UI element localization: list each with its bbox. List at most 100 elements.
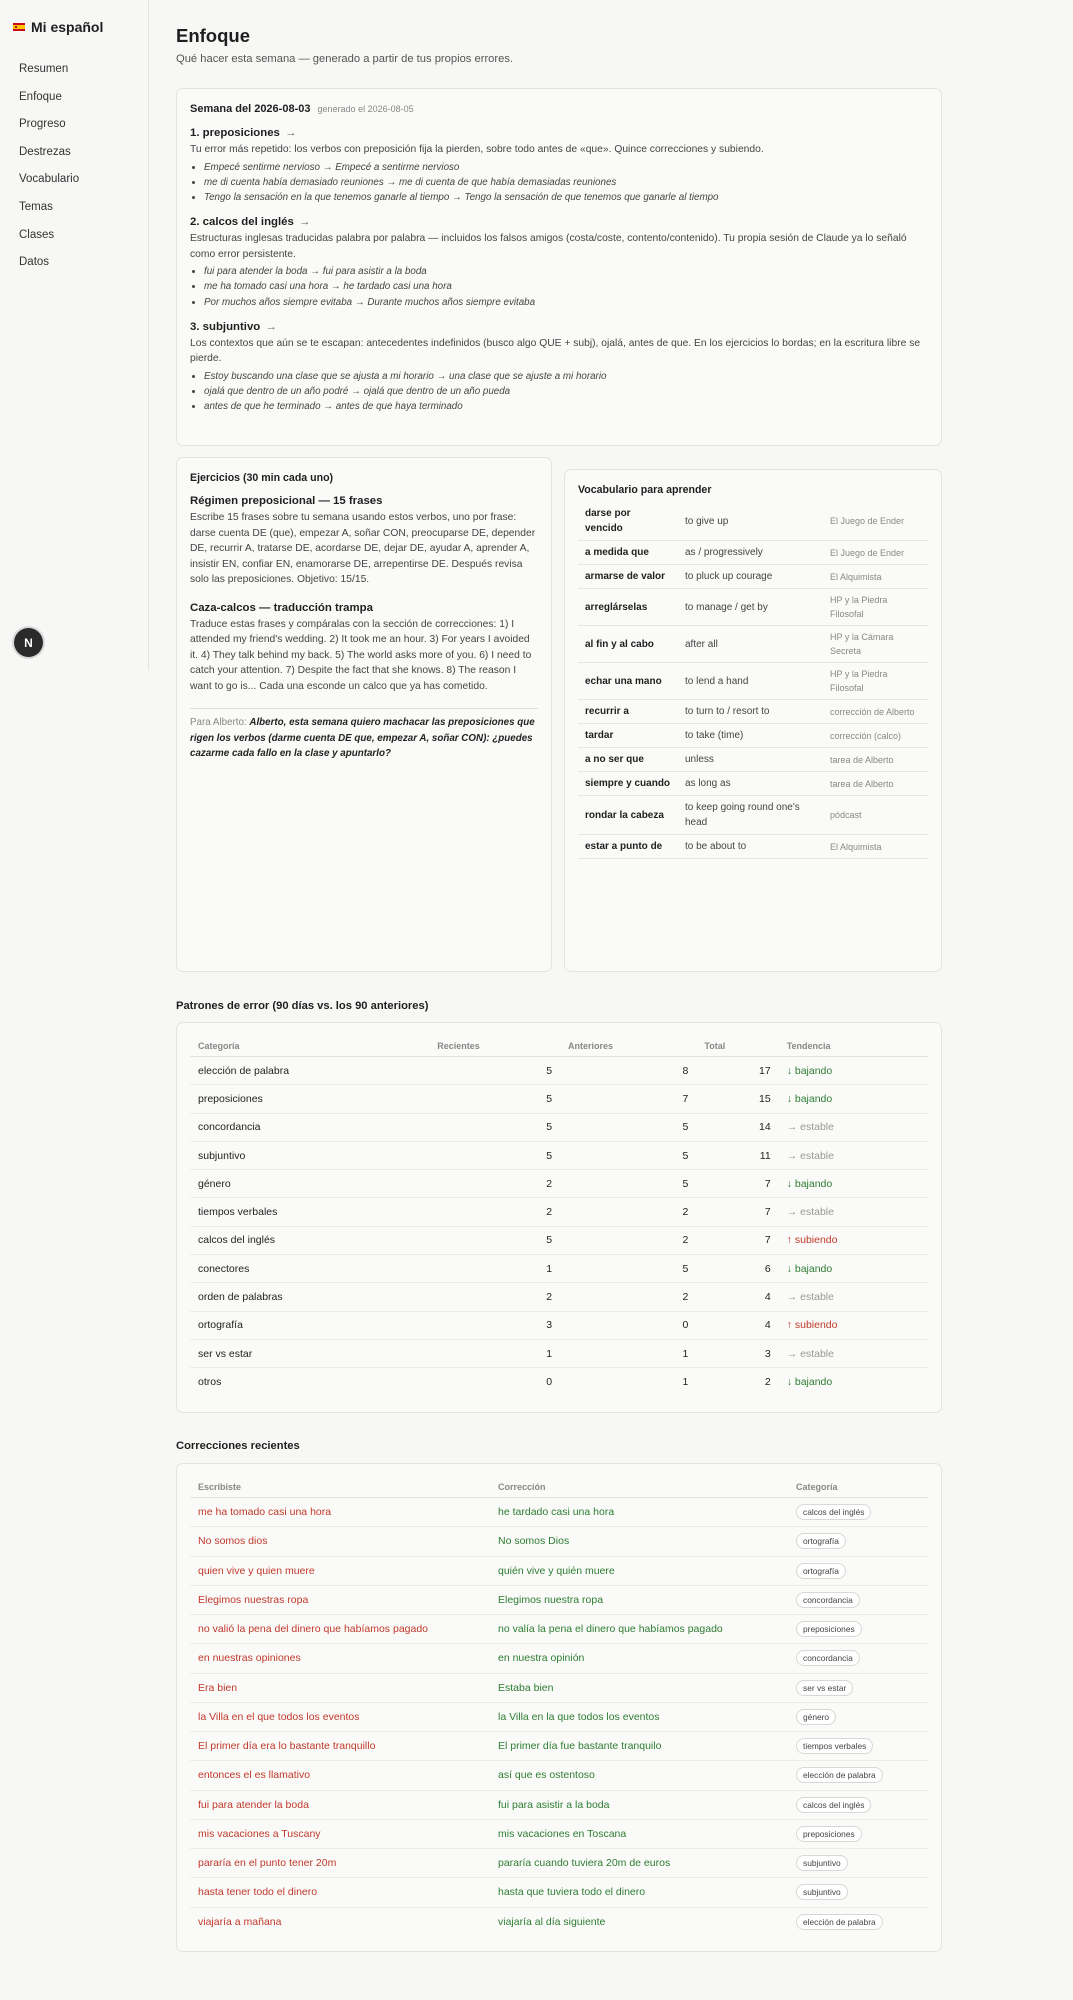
example-item: ojalá que dentro de un año podré → ojalá… [204,384,928,399]
correction-wrote: mis vacaciones a Tuscany [190,1819,490,1850]
focus-issue-title[interactable]: 3. subjuntivo → [190,321,928,333]
patterns-section-title: Patrones de error (90 días vs. los 90 an… [176,1000,429,1012]
correction-wrote: quien vive y quien muere [190,1556,490,1586]
vocab-meaning: to take (time) [678,723,823,748]
correction-fixed: mis vacaciones en Toscana [490,1819,788,1850]
pattern-total: 15 [696,1084,779,1114]
vocab-source: HP y la Cámara Secreta [823,625,928,663]
vocab-term: arreglárselas [578,588,678,626]
correction-fixed: en nuestra opinión [490,1643,788,1674]
pattern-recent: 5 [429,1113,561,1142]
correction-category-cell: tiempos verbales [788,1731,928,1762]
exercise-title: Caza-calcos — traducción trampa [190,601,373,614]
table-row: calcos del inglés 5 2 7 ↑ subiendo [190,1226,928,1256]
pattern-previous: 1 [560,1339,697,1369]
page-subtitle: Qué hacer esta semana — generado a parti… [176,53,514,65]
category-badge: concordancia [796,1650,860,1667]
vocab-term: al fin y al cabo [578,625,678,663]
pattern-total: 6 [696,1254,779,1284]
corrections-card: Escribiste Corrección Categoría me ha to… [176,1463,942,1952]
category-badge: elección de palabra [796,1913,883,1930]
table-row: entonces el es llamativo así que es osten… [190,1760,928,1791]
sidebar-item-resumen[interactable]: Resumen [19,59,79,87]
focus-issue-title[interactable]: 2. calcos del inglés → [190,216,928,228]
exercises-title: Ejercicios (30 min cada uno) [190,472,334,484]
pattern-total: 4 [696,1282,779,1312]
pattern-recent: 2 [429,1282,561,1312]
plan-header: Semana del 2026-08-03 generado el 2026-0… [190,103,928,115]
vocab-meaning: to manage / get by [678,588,823,626]
focus-issue-title-text: 1. preposiciones [190,127,280,139]
correction-wrote: hasta tener todo el dinero [190,1877,490,1908]
sidebar-item-progreso[interactable]: Progreso [19,114,79,142]
table-row: mis vacaciones a Tuscany mis vacaciones e… [190,1819,928,1850]
arrow-right-icon[interactable]: → [265,321,276,333]
example-item: me di cuenta había demasiado reuniones →… [204,175,928,190]
focus-issue-text: Los contextos que aún se te escapan: ant… [190,337,921,365]
vocab-source: El Juego de Ender [823,540,928,565]
table-row: Era bien Estaba bien ser vs estar [190,1673,928,1703]
vocab-source: El Alquimista [823,564,928,589]
table-row: concordancia 5 5 14 → estable [190,1113,928,1142]
pattern-total: 3 [696,1339,779,1369]
corrections-section-title: Correcciones recientes [176,1440,300,1452]
table-row: viajaría a mañana viajaría al día siguien… [190,1907,928,1936]
pattern-category: orden de palabras [190,1282,430,1312]
devtools-button[interactable]: N [14,628,43,657]
pattern-total: 17 [696,1056,779,1086]
table-row: quien vive y quien muere quién vive y qui… [190,1556,928,1586]
exercise-text: Traduce estas frases y compáralas con la… [190,618,532,692]
vocab-row: al fin y al cabo after all HP y la Cámara … [578,625,928,663]
pattern-recent: 2 [429,1169,561,1199]
example-item: me ha tomado casi una hora → he tardado … [204,279,928,294]
pattern-trend: → estable [778,1141,928,1171]
correction-fixed: No somos Dios [490,1526,788,1557]
table-row: género 2 5 7 ↓ bajando [190,1169,928,1199]
col-wrote: Escribiste [190,1478,490,1498]
sidebar-item-vocabulario[interactable]: Vocabulario [19,169,79,197]
pattern-recent: 0 [546,1376,553,1389]
sidebar-item-enfoque[interactable]: Enfoque [19,87,79,115]
arrow-right-icon[interactable]: → [285,127,296,139]
correction-category-cell: preposiciones [788,1614,928,1645]
category-badge: ortografía [796,1533,846,1550]
correction-fixed: no valía la pena el dinero que habíamos … [490,1614,788,1645]
category-badge: calcos del inglés [796,1504,872,1521]
sidebar-item-clases[interactable]: Clases [19,225,79,253]
pattern-category: concordancia [190,1113,430,1142]
correction-category-cell: género [788,1702,928,1733]
correction-wrote: la Villa en el que todos los eventos [190,1702,490,1733]
correction-fixed: viajaría al día siguiente [498,1915,606,1928]
table-row: fui para atender la boda fui para asistir… [190,1790,928,1820]
vocabulary-card: Vocabulario para aprender darse por venc… [564,469,942,972]
table-row: no valió la pena del dinero que habíamos… [190,1614,928,1645]
focus-issue-title[interactable]: 1. preposiciones → [190,127,928,139]
plan-week: Semana del 2026-08-03 [190,103,311,115]
pattern-trend: → estable [778,1113,928,1142]
sidebar: Mi español Resumen Enfoque Progreso Dest… [0,0,149,670]
pattern-category: tiempos verbales [190,1197,430,1227]
correction-category-cell: calcos del inglés [788,1790,928,1820]
focus-issue-text: Estructuras inglesas traducidas palabra … [190,233,907,260]
vocab-term: estar a punto de [578,834,678,859]
pattern-trend: ↓ bajando [778,1254,928,1284]
arrow-right-icon[interactable]: → [299,216,310,228]
focus-issue: 3. subjuntivo → Los contextos que aún se… [190,321,928,415]
pattern-category: preposiciones [190,1084,430,1114]
sidebar-item-destrezas[interactable]: Destrezas [19,142,79,170]
pattern-recent: 1 [429,1254,561,1284]
pattern-total: 7 [696,1197,779,1227]
brand[interactable]: Mi español [13,19,103,35]
vocab-meaning: to pluck up courage [678,564,823,589]
sidebar-item-temas[interactable]: Temas [19,197,79,225]
pattern-recent: 5 [429,1056,561,1086]
sidebar-item-datos[interactable]: Datos [19,252,79,280]
correction-wrote: pararía en el punto tener 20m [190,1848,490,1879]
pattern-previous: 2 [560,1282,697,1312]
pattern-category: conectores [190,1254,430,1284]
vocab-term: siempre y cuando [578,771,678,796]
correction-fixed: hasta que tuviera todo el dinero [490,1877,788,1908]
pattern-category: otros [198,1376,222,1389]
category-badge: tiempos verbales [796,1738,874,1755]
pattern-trend: → estable [778,1197,928,1227]
